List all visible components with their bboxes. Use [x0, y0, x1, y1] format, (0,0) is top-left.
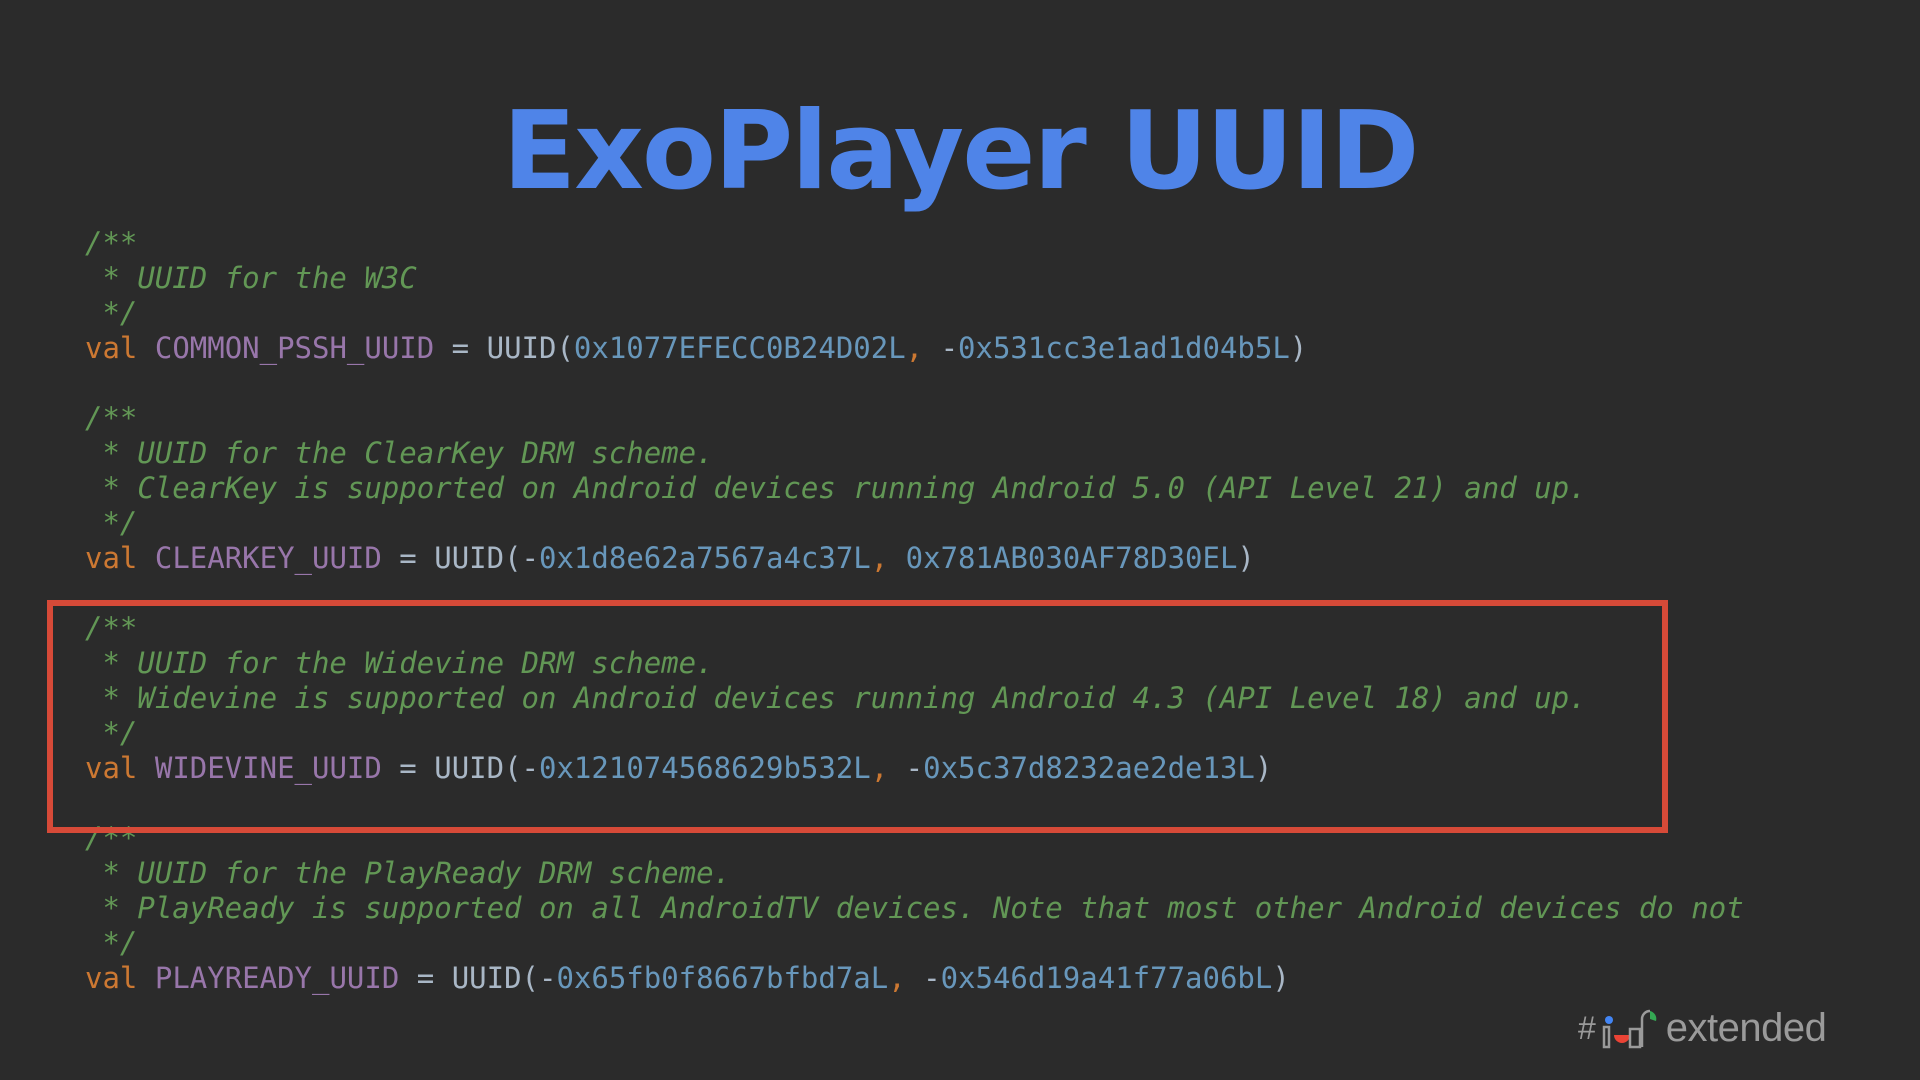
code-line: /** — [85, 401, 1744, 436]
code-paren: ) — [1237, 541, 1255, 575]
code-line: val COMMON_PSSH_UUID = UUID(0x1077EFECC0… — [85, 331, 1744, 366]
brand-hash: # — [1578, 1010, 1596, 1046]
code-number: 0x65fb0f8667bfbd7aL — [556, 961, 889, 995]
code-line: * UUID for the ClearKey DRM scheme. — [85, 436, 1744, 471]
code-number: 0x546d19a41f77a06bL — [940, 961, 1273, 995]
code-operator: = — [381, 541, 435, 575]
code-comment: /** — [85, 226, 138, 260]
code-type: UUID — [486, 331, 557, 365]
code-comment: * UUID for the W3C — [85, 261, 417, 295]
io-extended-logo: # extended — [1578, 1006, 1827, 1051]
code-identifier: CLEARKEY_UUID — [154, 541, 382, 575]
io-logo-icon — [1598, 1009, 1662, 1049]
code-minus: - — [923, 961, 941, 995]
code-keyword: val — [85, 961, 138, 995]
code-comment: */ — [85, 506, 138, 540]
code-comment: * UUID for the ClearKey DRM scheme. — [85, 436, 714, 470]
code-operator: = — [399, 961, 452, 995]
code-comment: */ — [85, 926, 138, 960]
code-number: 0x531cc3e1ad1d04b5L — [958, 331, 1290, 365]
code-identifier: PLAYREADY_UUID — [154, 961, 400, 995]
code-minus: - — [521, 541, 540, 575]
code-comment: * UUID for the PlayReady DRM scheme. — [85, 856, 732, 890]
code-separator: , — [888, 961, 924, 995]
code-number: 0x781AB030AF78D30EL — [905, 541, 1238, 575]
slide-title: ExoPlayer UUID — [502, 89, 1419, 214]
io-logo-graphic — [1602, 1009, 1657, 1048]
code-paren: ( — [521, 961, 539, 995]
code-line: * UUID for the W3C — [85, 261, 1744, 296]
code-identifier: COMMON_PSSH_UUID — [154, 331, 435, 365]
code-separator: , — [870, 541, 906, 575]
code-comment: * ClearKey is supported on Android devic… — [85, 471, 1587, 505]
code-separator: , — [905, 331, 941, 365]
code-line: val CLEARKEY_UUID = UUID(-0x1d8e62a7567a… — [85, 541, 1744, 576]
widevine-highlight-box — [47, 600, 1668, 833]
code-line: */ — [85, 926, 1744, 961]
code-paren: ) — [1272, 961, 1290, 995]
code-line: * PlayReady is supported on all AndroidT… — [85, 891, 1744, 926]
code-minus: - — [940, 331, 959, 365]
code-keyword: val — [85, 331, 138, 365]
code-type: UUID — [434, 541, 505, 575]
code-number: 0x1d8e62a7567a4c37L — [539, 541, 871, 575]
code-paren: ) — [1289, 331, 1308, 365]
code-line: val PLAYREADY_UUID = UUID(-0x65fb0f8667b… — [85, 961, 1744, 996]
code-minus: - — [539, 961, 557, 995]
code-line: */ — [85, 506, 1744, 541]
code-operator: = — [434, 331, 487, 365]
code-line: /** — [85, 226, 1744, 261]
code-number: 0x1077EFECC0B24D02L — [573, 331, 906, 365]
code-type: UUID — [451, 961, 522, 995]
code-comment: /** — [85, 401, 138, 435]
code-line: */ — [85, 296, 1744, 331]
code-keyword: val — [85, 541, 138, 575]
code-comment: * PlayReady is supported on all AndroidT… — [85, 891, 1744, 925]
code-line: * ClearKey is supported on Android devic… — [85, 471, 1744, 506]
code-comment: */ — [85, 296, 138, 330]
code-paren: ( — [556, 331, 574, 365]
code-paren: ( — [504, 541, 522, 575]
code-line: * UUID for the PlayReady DRM scheme. — [85, 856, 1744, 891]
brand-text: extended — [1665, 1006, 1827, 1050]
